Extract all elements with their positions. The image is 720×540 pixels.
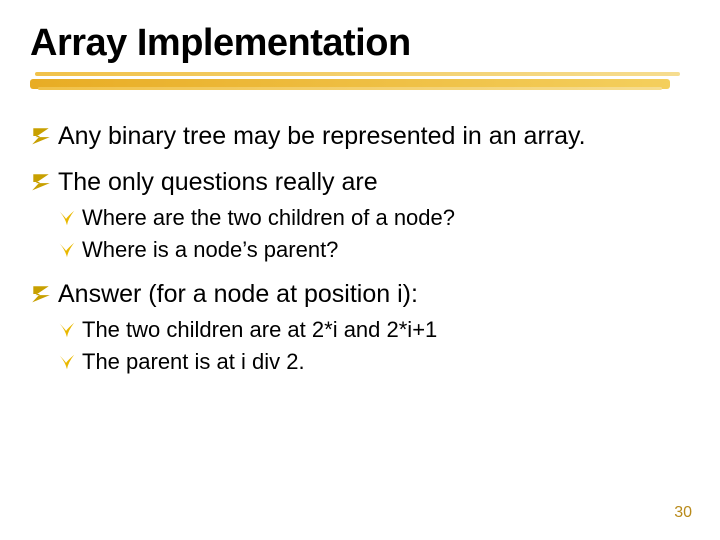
z-bullet-icon [30,166,52,193]
bullet-group: Answer (for a node at position i): The t… [30,278,680,376]
title-underline [30,72,680,90]
bullet-group: The only questions really are Where are … [30,166,680,264]
bullet-text: The only questions really are [58,168,378,196]
z-bullet-icon [30,278,52,305]
sub-bullet-text: Where is a node’s parent? [82,237,338,262]
sub-bullet-text: Where are the two children of a node? [82,205,455,230]
slide-body: Any binary tree may be represented in an… [30,120,680,391]
y-bullet-icon [58,204,76,227]
y-bullet-icon [58,348,76,371]
bullet-text: Answer (for a node at position i): [58,280,418,308]
sub-bullet-text: The two children are at 2*i and 2*i+1 [82,317,437,342]
bullet-level2: Where are the two children of a node? [30,204,680,232]
slide-title: Array Implementation [30,22,411,65]
y-bullet-icon [58,236,76,259]
page-number: 30 [674,504,692,522]
bullet-level2: Where is a node’s parent? [30,236,680,264]
y-bullet-icon [58,316,76,339]
sub-bullet-text: The parent is at i div 2. [82,349,305,374]
bullet-level2: The two children are at 2*i and 2*i+1 [30,316,680,344]
bullet-level1: Any binary tree may be represented in an… [30,120,680,152]
bullet-level2: The parent is at i div 2. [30,348,680,376]
bullet-level1: Answer (for a node at position i): [30,278,680,310]
bullet-level1: The only questions really are [30,166,680,198]
z-bullet-icon [30,120,52,147]
bullet-text: Any binary tree may be represented in an… [58,122,586,150]
slide-title-wrap: Array Implementation [30,22,411,65]
bullet-group: Any binary tree may be represented in an… [30,120,680,152]
